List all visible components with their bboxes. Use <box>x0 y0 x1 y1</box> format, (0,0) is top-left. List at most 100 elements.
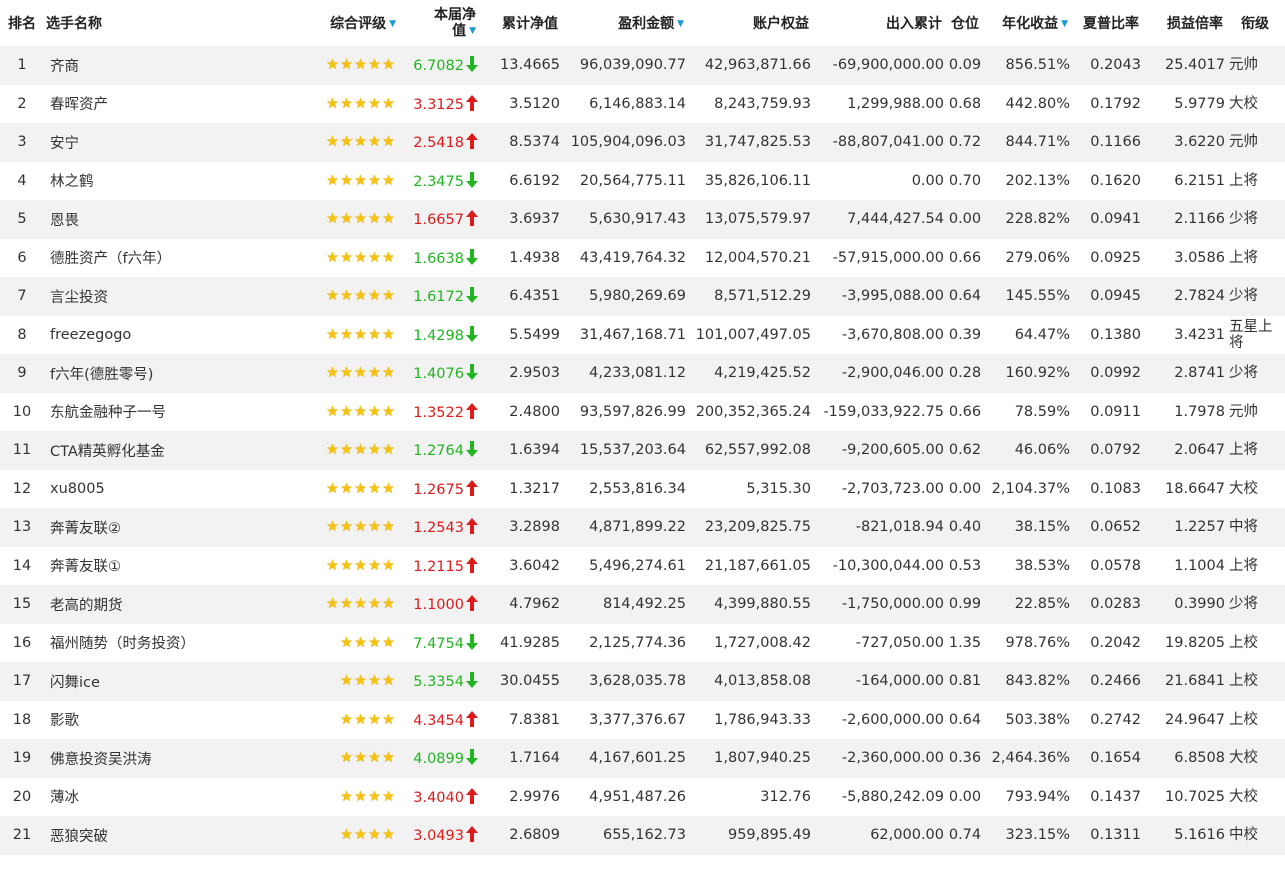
flow-cell: -1,750,000.00 <box>811 585 944 624</box>
sharpe-cell: 0.0941 <box>1070 200 1141 239</box>
arrow-up-icon <box>466 787 478 804</box>
table-row[interactable]: 10 东航金融种子一号 ★★★★★ 1.3522 2.4800 93,597,8… <box>0 392 1285 431</box>
sharpe-cell: 0.0992 <box>1070 354 1141 393</box>
pl-ratio-cell: 3.6220 <box>1141 123 1225 162</box>
equity-cell: 31,747,825.53 <box>686 123 811 162</box>
table-row[interactable]: 4 林之鹤 ★★★★★ 2.3475 6.6192 20,564,775.11 … <box>0 161 1285 200</box>
nav-cell: 1.6657 <box>398 200 478 239</box>
flow-cell: 62,000.00 <box>811 816 944 855</box>
flow-cell: -727,050.00 <box>811 623 944 662</box>
table-row[interactable]: 3 安宁 ★★★★★ 2.5418 8.5374 105,904,096.03 … <box>0 123 1285 162</box>
equity-cell: 4,399,880.55 <box>686 585 811 624</box>
nav-cell: 1.6172 <box>398 277 478 316</box>
nav-cell: 1.1000 <box>398 585 478 624</box>
header-nav[interactable]: 本届净值 ▼ <box>398 0 478 46</box>
player-name[interactable]: 齐商 <box>44 46 284 85</box>
position-cell: 0.00 <box>944 469 986 508</box>
player-name[interactable]: 福州随势（时务投资） <box>44 623 284 662</box>
table-row[interactable]: 2 春晖资产 ★★★★★ 3.3125 3.5120 6,146,883.14 … <box>0 84 1285 123</box>
position-cell: 0.64 <box>944 700 986 739</box>
table-row[interactable]: 1 齐商 ★★★★★ 6.7082 13.4665 96,039,090.77 … <box>0 46 1285 85</box>
table-row[interactable]: 18 影歌 ★★★★ 4.3454 7.8381 3,377,376.67 1,… <box>0 700 1285 739</box>
table-row[interactable]: 14 奔菁友联① ★★★★★ 1.2115 3.6042 5,496,274.6… <box>0 546 1285 585</box>
header-rating[interactable]: 综合评级 ▼ <box>284 0 398 46</box>
grade-cell: 上将 <box>1225 431 1285 470</box>
flow-cell: 1,299,988.00 <box>811 84 944 123</box>
player-name[interactable]: 林之鹤 <box>44 161 284 200</box>
cum-nav-cell: 1.3217 <box>478 469 560 508</box>
nav-cell: 3.0493 <box>398 816 478 855</box>
table-row[interactable]: 21 恶狼突破 ★★★★ 3.0493 2.6809 655,162.73 95… <box>0 816 1285 855</box>
flow-cell: -159,033,922.75 <box>811 392 944 431</box>
profit-cell: 814,492.25 <box>560 585 686 624</box>
table-row[interactable]: 8 freezegogo ★★★★★ 1.4298 5.5499 31,467,… <box>0 315 1285 354</box>
arrow-up-icon <box>466 479 478 496</box>
player-name[interactable]: freezegogo <box>44 315 284 354</box>
player-name[interactable]: 老高的期货 <box>44 585 284 624</box>
sort-caret-icon[interactable]: ▼ <box>1061 19 1068 29</box>
player-name[interactable]: 安宁 <box>44 123 284 162</box>
player-name[interactable]: 影歌 <box>44 700 284 739</box>
table-row[interactable]: 6 德胜资产（f六年） ★★★★★ 1.6638 1.4938 43,419,7… <box>0 238 1285 277</box>
player-name[interactable]: 佛意投资吴洪涛 <box>44 739 284 778</box>
profit-cell: 96,039,090.77 <box>560 46 686 85</box>
sort-caret-icon[interactable]: ▼ <box>677 19 684 29</box>
player-name[interactable]: 奔菁友联② <box>44 508 284 547</box>
table-header: 排名 选手名称 综合评级 ▼ 本届净值 ▼ 累计净值 盈利金额 ▼ 账户权益 出入累计… <box>0 0 1285 46</box>
arrow-down-icon <box>466 672 478 689</box>
nav-value: 1.6172 <box>413 289 464 306</box>
table-row[interactable]: 12 xu8005 ★★★★★ 1.2675 1.3217 2,553,816.… <box>0 469 1285 508</box>
annual-cell: 38.15% <box>986 508 1070 547</box>
nav-cell: 1.3522 <box>398 392 478 431</box>
player-name[interactable]: xu8005 <box>44 469 284 508</box>
header-annual[interactable]: 年化收益 ▼ <box>986 0 1070 46</box>
star-rating: ★★★★★ <box>284 161 398 200</box>
table-row[interactable]: 5 恩畏 ★★★★★ 1.6657 3.6937 5,630,917.43 13… <box>0 200 1285 239</box>
player-name[interactable]: 奔菁友联① <box>44 546 284 585</box>
profit-cell: 3,377,376.67 <box>560 700 686 739</box>
player-name[interactable]: 东航金融种子一号 <box>44 392 284 431</box>
profit-cell: 3,628,035.78 <box>560 662 686 701</box>
table-row[interactable]: 20 薄冰 ★★★★ 3.4040 2.9976 4,951,487.26 31… <box>0 777 1285 816</box>
table-row[interactable]: 9 f六年(德胜零号) ★★★★★ 1.4076 2.9503 4,233,08… <box>0 354 1285 393</box>
table-row[interactable]: 11 CTA精英孵化基金 ★★★★★ 1.2764 1.6394 15,537,… <box>0 431 1285 470</box>
table-row[interactable]: 7 言尘投资 ★★★★★ 1.6172 6.4351 5,980,269.69 … <box>0 277 1285 316</box>
header-profit[interactable]: 盈利金额 ▼ <box>560 0 686 46</box>
equity-cell: 312.76 <box>686 777 811 816</box>
player-name[interactable]: 德胜资产（f六年） <box>44 238 284 277</box>
cum-nav-cell: 30.0455 <box>478 662 560 701</box>
table-row[interactable]: 13 奔菁友联② ★★★★★ 1.2543 3.2898 4,871,899.2… <box>0 508 1285 547</box>
player-name[interactable]: CTA精英孵化基金 <box>44 431 284 470</box>
pl-ratio-cell: 5.1616 <box>1141 816 1225 855</box>
player-name[interactable]: 春晖资产 <box>44 84 284 123</box>
player-name[interactable]: 恩畏 <box>44 200 284 239</box>
nav-value: 1.6657 <box>413 212 464 229</box>
player-name[interactable]: 言尘投资 <box>44 277 284 316</box>
equity-cell: 1,807,940.25 <box>686 739 811 778</box>
grade-cell: 五星上将 <box>1225 315 1285 354</box>
sort-caret-icon[interactable]: ▼ <box>389 19 396 29</box>
position-cell: 0.00 <box>944 777 986 816</box>
player-name[interactable]: 恶狼突破 <box>44 816 284 855</box>
grade-cell: 中校 <box>1225 816 1285 855</box>
nav-cell: 1.2764 <box>398 431 478 470</box>
table-row[interactable]: 19 佛意投资吴洪涛 ★★★★ 4.0899 1.7164 4,167,601.… <box>0 739 1285 778</box>
pl-ratio-cell: 1.2257 <box>1141 508 1225 547</box>
nav-value: 1.4076 <box>413 366 464 383</box>
equity-cell: 42,963,871.66 <box>686 46 811 85</box>
player-name[interactable]: 闪舞ice <box>44 662 284 701</box>
nav-value: 2.3475 <box>413 173 464 190</box>
grade-cell: 元帅 <box>1225 123 1285 162</box>
cum-nav-cell: 3.6042 <box>478 546 560 585</box>
annual-cell: 38.53% <box>986 546 1070 585</box>
nav-cell: 6.7082 <box>398 46 478 85</box>
nav-value: 1.6638 <box>413 250 464 267</box>
table-row[interactable]: 16 福州随势（时务投资） ★★★★ 7.4754 41.9285 2,125,… <box>0 623 1285 662</box>
position-cell: 0.28 <box>944 354 986 393</box>
flow-cell: -2,900,046.00 <box>811 354 944 393</box>
sort-caret-icon[interactable]: ▼ <box>469 26 476 36</box>
table-row[interactable]: 17 闪舞ice ★★★★ 5.3354 30.0455 3,628,035.7… <box>0 662 1285 701</box>
player-name[interactable]: f六年(德胜零号) <box>44 354 284 393</box>
player-name[interactable]: 薄冰 <box>44 777 284 816</box>
table-row[interactable]: 15 老高的期货 ★★★★★ 1.1000 4.7962 814,492.25 … <box>0 585 1285 624</box>
